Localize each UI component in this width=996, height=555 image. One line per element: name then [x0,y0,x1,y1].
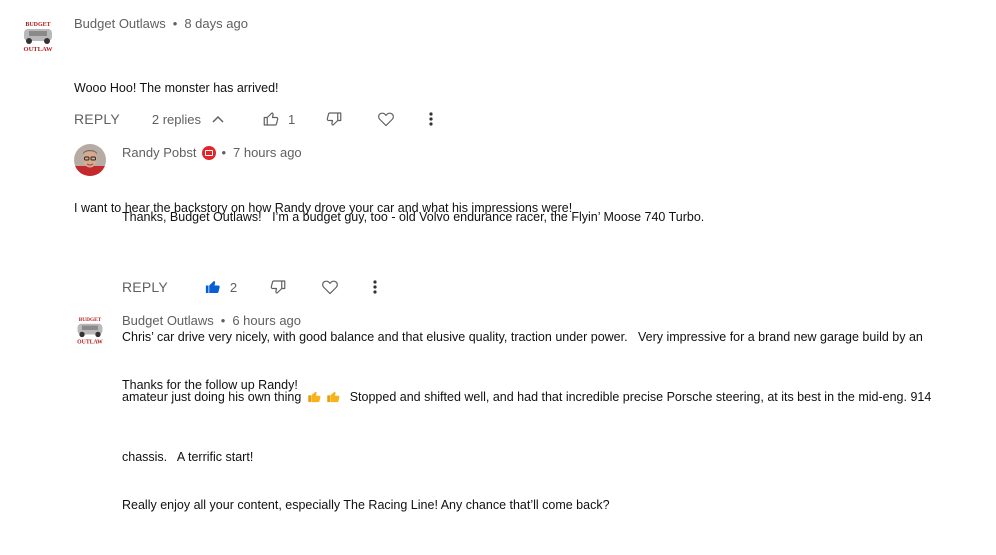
separator-dot: • [221,145,226,160]
comment-meta: Budget Outlaws • 8 days ago [74,16,248,31]
view-replies-button[interactable]: 2 replies [152,112,224,127]
author-name[interactable]: Randy Pobst [122,145,196,160]
timestamp[interactable]: 8 days ago [184,16,248,31]
like-icon[interactable] [262,110,280,128]
avatar[interactable] [74,144,106,176]
comment-line: Wooo Hoo! The monster has arrived! [74,81,279,95]
svg-text:BUDGET: BUDGET [25,22,50,28]
creator-badge-icon [202,145,217,160]
reply-button[interactable]: REPLY [122,279,168,295]
comment-meta: Budget Outlaws • 6 hours ago [122,313,301,328]
avatar[interactable]: BUDGET OUTLAW [20,18,56,54]
like-icon-active[interactable] [204,278,222,296]
separator-dot: • [220,313,226,328]
comment-line [122,435,610,455]
dislike-icon[interactable] [269,278,287,296]
comment-line: Thanks for the follow up Randy! [122,378,298,392]
comment-line: Really enjoy all your content, especiall… [122,498,610,512]
avatar[interactable]: BUDGET OUTLAW [74,314,106,346]
author-name[interactable]: Budget Outlaws [122,313,214,328]
separator-dot: • [172,16,178,31]
svg-text:OUTLAW: OUTLAW [24,46,53,53]
svg-text:BUDGET: BUDGET [79,317,102,323]
timestamp[interactable]: 7 hours ago [233,145,302,160]
more-options-icon[interactable] [429,112,433,126]
budget-outlaws-logo-icon: BUDGET OUTLAW [20,18,56,54]
heart-icon[interactable] [377,111,395,127]
comment-line: Thanks, Budget Outlaws! I’m a budget guy… [122,210,705,224]
author-name[interactable]: Budget Outlaws [74,16,166,31]
like-count: 2 [229,279,238,295]
like-count: 1 [288,111,296,127]
heart-icon[interactable] [321,279,339,295]
reply-button[interactable]: REPLY [74,111,120,127]
replies-label: 2 replies [151,111,202,127]
timestamp[interactable]: 6 hours ago [232,313,301,328]
chevron-up-icon [212,115,224,123]
svg-text:OUTLAW: OUTLAW [77,339,103,345]
budget-outlaws-logo-icon: BUDGET OUTLAW [74,314,106,346]
more-options-icon[interactable] [373,280,377,294]
comment-text: Thanks for the follow up Randy! Really e… [122,335,610,555]
comment-meta: Randy Pobst • 7 hours ago [122,145,302,160]
dislike-icon[interactable] [325,110,343,128]
comment-actions: REPLY 2 [122,276,377,298]
profile-photo-icon [74,144,106,176]
comment-actions: REPLY 2 replies 1 [74,108,433,130]
